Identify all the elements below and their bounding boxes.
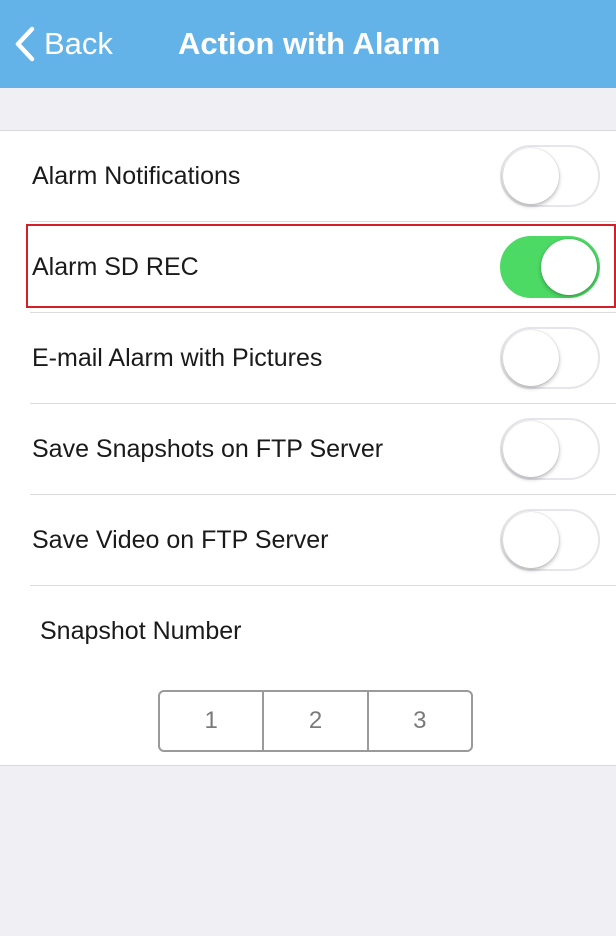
ftp-snapshots-toggle[interactable]	[500, 418, 600, 480]
setting-label: Save Video on FTP Server	[32, 526, 329, 554]
ftp-video-toggle[interactable]	[500, 509, 600, 571]
snapshot-option-2[interactable]: 2	[262, 692, 366, 750]
setting-label: Save Snapshots on FTP Server	[32, 435, 384, 463]
setting-label: E-mail Alarm with Pictures	[32, 344, 323, 372]
alarm-notifications-toggle[interactable]	[500, 145, 600, 207]
setting-row-email-alarm: E-mail Alarm with Pictures	[0, 313, 616, 404]
setting-row-ftp-video: Save Video on FTP Server	[0, 495, 616, 586]
setting-label: Alarm Notifications	[32, 162, 241, 190]
snapshot-number-label: Snapshot Number	[40, 617, 242, 645]
page-title: Action with Alarm	[178, 26, 441, 61]
setting-row-ftp-snapshots: Save Snapshots on FTP Server	[0, 404, 616, 495]
chevron-left-icon	[15, 26, 35, 62]
snapshot-option-1[interactable]: 1	[160, 692, 262, 750]
section-spacer	[0, 88, 616, 130]
toggle-knob	[503, 330, 559, 386]
toggle-knob	[503, 512, 559, 568]
snapshot-option-3[interactable]: 3	[366, 692, 471, 750]
highlight-box	[26, 224, 616, 308]
setting-row-alarm-notifications: Alarm Notifications	[0, 131, 616, 222]
toggle-knob	[503, 148, 559, 204]
toggle-knob	[503, 421, 559, 477]
navigation-bar: Back Action with Alarm	[0, 0, 616, 88]
row-divider	[30, 585, 616, 586]
back-button[interactable]: Back	[14, 22, 113, 66]
snapshot-number-segmented-control[interactable]: 1 2 3	[158, 690, 473, 752]
back-label: Back	[44, 26, 113, 61]
email-alarm-toggle[interactable]	[500, 327, 600, 389]
